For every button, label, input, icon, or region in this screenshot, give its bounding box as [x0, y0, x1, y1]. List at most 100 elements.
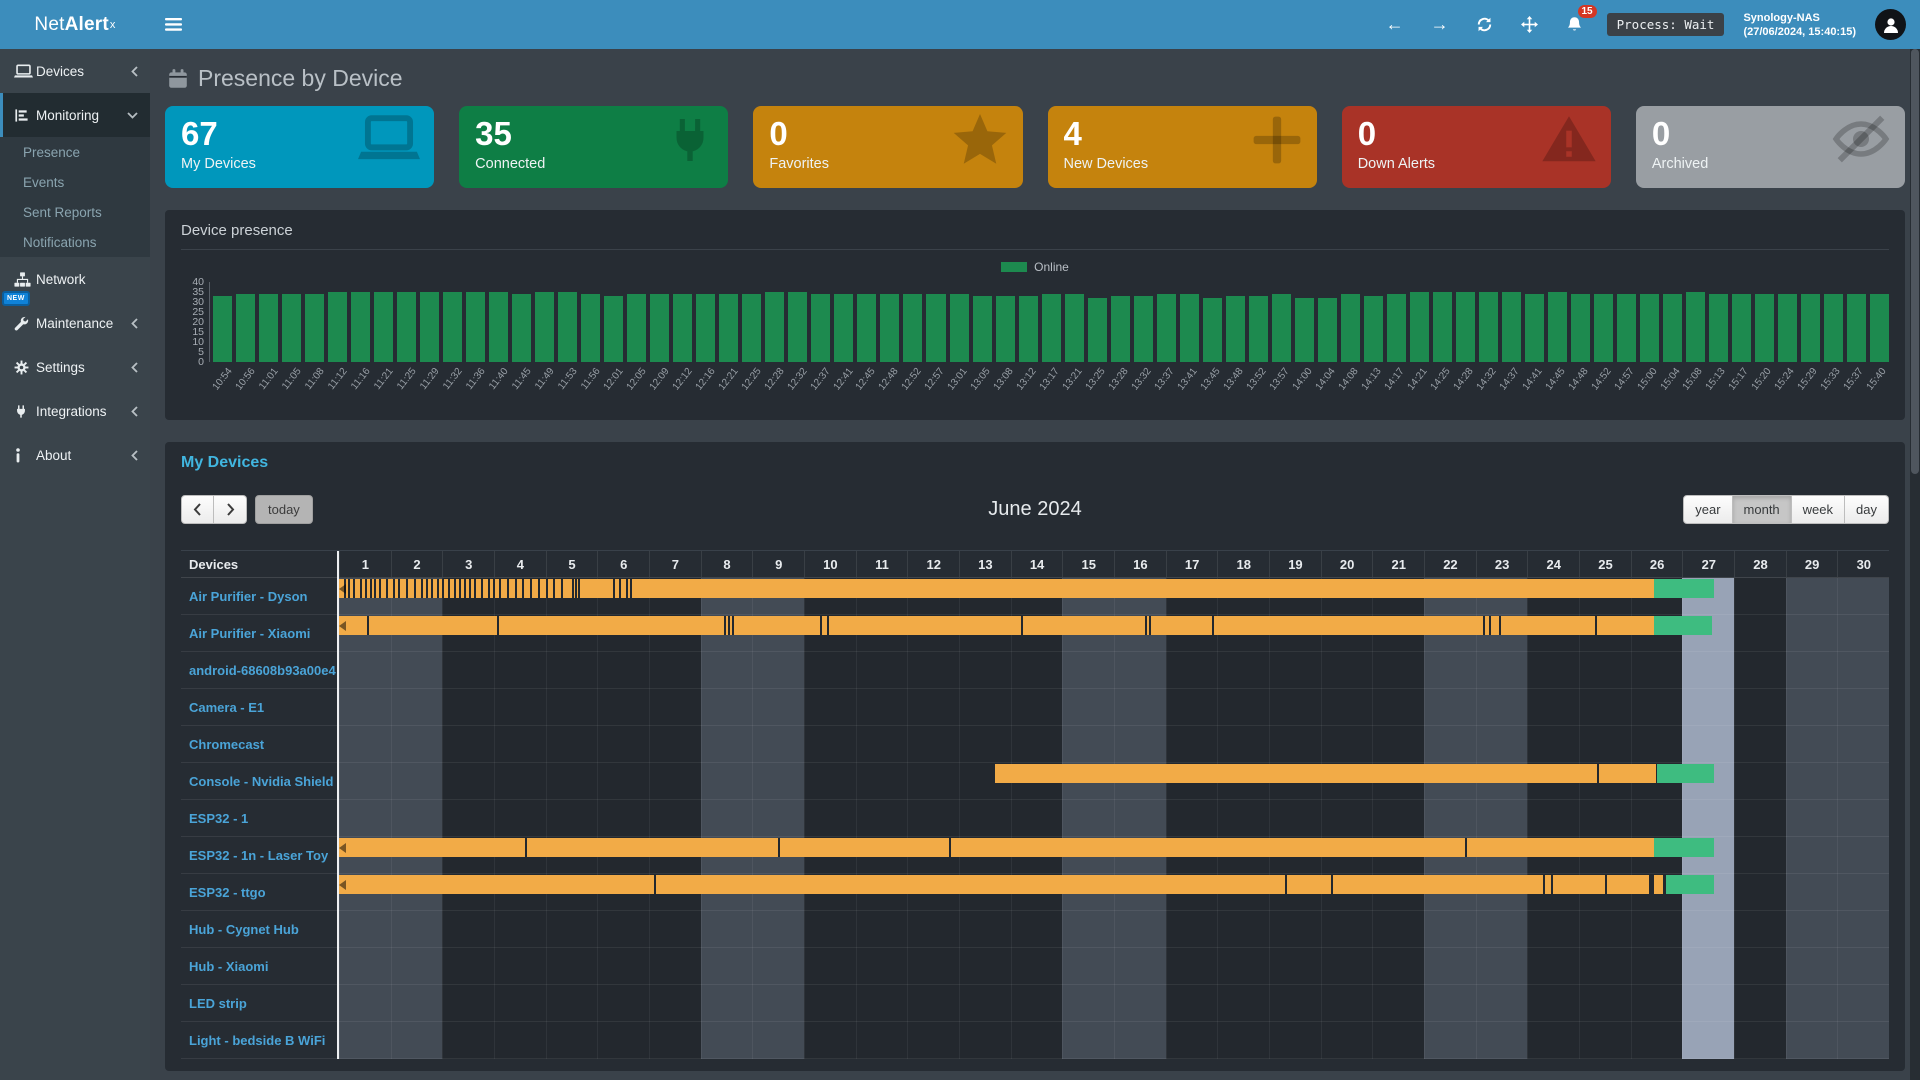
chart-bar	[1042, 294, 1061, 362]
chart-bar	[1111, 296, 1130, 362]
monitoring-icon	[14, 108, 36, 123]
day-header-23: 23	[1476, 551, 1528, 577]
process-status-badge[interactable]: Process: Wait	[1607, 13, 1725, 36]
plus-icon	[1251, 114, 1303, 166]
presence-gap-tick	[507, 579, 509, 598]
nav-back-icon[interactable]: ←	[1382, 12, 1408, 38]
sidebar-subitem-presence[interactable]: Presence	[0, 137, 150, 167]
chart-bar	[1732, 294, 1751, 362]
gantt-row-esp32-1	[339, 800, 1889, 837]
chart-bar	[719, 294, 738, 362]
page-scrollbar[interactable]	[1910, 49, 1920, 1080]
stat-card-down-alerts[interactable]: 0Down Alerts	[1342, 106, 1611, 188]
device-link-esp32-ttgo[interactable]: ESP32 - ttgo	[189, 885, 266, 900]
chart-bar	[1387, 294, 1406, 362]
chart-bar	[1226, 296, 1245, 362]
day-header-6: 6	[597, 551, 649, 577]
move-icon[interactable]	[1517, 12, 1543, 38]
x-tick-label: 12:05	[624, 366, 648, 392]
chart-bars	[209, 282, 1889, 362]
view-button-year[interactable]: year	[1683, 495, 1732, 524]
chart-bar	[627, 294, 646, 362]
sidebar-subitem-events[interactable]: Events	[0, 167, 150, 197]
x-tick-label: 14:17	[1382, 366, 1406, 392]
chart-bar	[1548, 292, 1567, 362]
x-tick-label: 13:05	[969, 366, 993, 392]
device-link-console-nvidia-shield-tv[interactable]: Console - Nvidia Shield TV	[189, 774, 337, 789]
device-link-hub-cygnet-hub[interactable]: Hub - Cygnet Hub	[189, 922, 299, 937]
calendar-nav	[181, 495, 247, 524]
gantt-row-android-68608b93a00e4	[339, 652, 1889, 689]
sidebar-item-devices[interactable]: Devices	[0, 49, 150, 93]
device-link-light-bedside-b-wifi[interactable]: Light - bedside B WiFi	[189, 1033, 325, 1048]
app-logo[interactable]: NetAlertx	[0, 0, 150, 49]
chart-bar	[581, 294, 600, 362]
day-header-4: 4	[494, 551, 546, 577]
x-tick-label: 15:29	[1796, 366, 1820, 392]
hamburger-menu-icon[interactable]	[150, 0, 196, 49]
device-link-air-purifier-xiaomi[interactable]: Air Purifier - Xiaomi	[189, 626, 310, 641]
x-tick-label: 12:45	[854, 366, 878, 392]
x-tick-label: 12:37	[808, 366, 832, 392]
x-tick-label: 12:16	[693, 366, 717, 392]
sidebar-subitem-sent-reports[interactable]: Sent Reports	[0, 197, 150, 227]
chart-bar	[443, 292, 462, 362]
presence-gap-tick	[578, 579, 580, 598]
sidebar-item-integrations[interactable]: Integrations	[0, 389, 150, 433]
presence-gap-tick	[1021, 616, 1023, 635]
presence-gap-tick	[459, 579, 461, 598]
stat-card-my-devices[interactable]: 67My Devices	[165, 106, 434, 188]
view-button-week[interactable]: week	[1792, 495, 1845, 524]
device-link-chromecast[interactable]: Chromecast	[189, 737, 264, 752]
chart-bar	[673, 294, 692, 362]
presence-gap-tick	[546, 579, 548, 598]
device-link-esp32-1n-laser-toy[interactable]: ESP32 - 1n - Laser Toy	[189, 848, 328, 863]
device-link-camera-e1[interactable]: Camera - E1	[189, 700, 264, 715]
stat-card-favorites[interactable]: 0Favorites	[753, 106, 1022, 188]
device-link-esp32-1[interactable]: ESP32 - 1	[189, 811, 248, 826]
view-button-day[interactable]: day	[1845, 495, 1889, 524]
notifications-bell-icon[interactable]: 15	[1562, 12, 1588, 38]
stat-card-connected[interactable]: 35Connected	[459, 106, 728, 188]
device-link-android-68608b93a00e4[interactable]: android-68608b93a00e4	[189, 663, 336, 678]
sidebar-item-maintenance[interactable]: NEWMaintenance	[0, 301, 150, 345]
view-button-month[interactable]: month	[1733, 495, 1792, 524]
x-tick-label: 14:13	[1359, 366, 1383, 392]
gantt-row-led-strip	[339, 985, 1889, 1022]
calendar-today-button[interactable]: today	[255, 495, 313, 524]
device-link-led-strip[interactable]: LED strip	[189, 996, 247, 1011]
presence-gap-tick	[1285, 875, 1287, 894]
sidebar-item-settings[interactable]: Settings	[0, 345, 150, 389]
presence-gap-tick	[474, 579, 476, 598]
x-tick-label: 11:32	[441, 366, 465, 392]
sidebar-item-label: Settings	[36, 360, 126, 375]
sidebar-item-about[interactable]: About	[0, 433, 150, 477]
sidebar-subitem-notifications[interactable]: Notifications	[0, 227, 150, 257]
x-tick-label: 15:08	[1681, 366, 1705, 392]
user-avatar[interactable]	[1875, 9, 1906, 40]
x-tick-label: 14:04	[1314, 366, 1338, 392]
device-link-hub-xiaomi[interactable]: Hub - Xiaomi	[189, 959, 268, 974]
device-link-air-purifier-dyson[interactable]: Air Purifier - Dyson	[189, 589, 307, 604]
presence-gap-tick	[1543, 875, 1545, 894]
presence-gap-tick	[522, 579, 524, 598]
chart-bar	[1594, 294, 1613, 362]
gantt-row-air-purifier-dyson	[339, 578, 1889, 615]
presence-gap-tick	[386, 579, 388, 598]
chart-bar	[1134, 296, 1153, 362]
presence-gap-tick	[1331, 875, 1333, 894]
presence-gap-tick	[1605, 875, 1607, 894]
calendar-next-button[interactable]	[214, 495, 247, 524]
x-tick-label: 14:00	[1291, 366, 1315, 392]
refresh-icon[interactable]	[1472, 12, 1498, 38]
device-row: Camera - E1	[181, 689, 337, 726]
gantt-row-esp32-1n-laser-toy	[339, 837, 1889, 874]
device-row: Air Purifier - Dyson	[181, 578, 337, 615]
scrollbar-thumb[interactable]	[1911, 49, 1919, 474]
stat-card-new-devices[interactable]: 4New Devices	[1048, 106, 1317, 188]
chart-legend[interactable]: Online	[181, 258, 1889, 276]
stat-card-archived[interactable]: 0Archived	[1636, 106, 1905, 188]
sidebar-item-monitoring[interactable]: Monitoring	[0, 93, 150, 137]
nav-forward-icon[interactable]: →	[1427, 12, 1453, 38]
calendar-prev-button[interactable]	[181, 495, 214, 524]
